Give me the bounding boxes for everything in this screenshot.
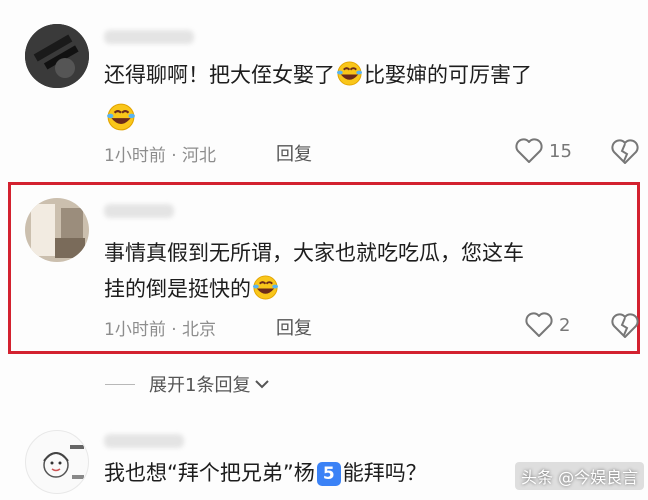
broken-heart-icon[interactable] <box>611 313 639 339</box>
comment-text: 挂的倒是挺快的 <box>104 272 280 306</box>
like-count: 2 <box>559 314 571 336</box>
like-button[interactable]: 15 <box>515 138 572 164</box>
avatar[interactable] <box>25 198 89 262</box>
laughing-crying-emoji-icon <box>107 103 135 131</box>
heart-outline-icon <box>525 312 553 337</box>
like-button[interactable]: 2 <box>525 312 570 338</box>
expand-replies-button[interactable]: 展开1条回复 <box>105 371 270 397</box>
comment-1: 还得聊啊！把大侄女娶了 比娶婶的可厉害了 1小时前 · 河北 回复 15 <box>0 0 648 180</box>
number-5-badge: 5 <box>316 462 341 486</box>
username-blurred[interactable] <box>104 30 194 44</box>
meta-separator: · <box>171 146 177 166</box>
watermark: 头条 @今娱良言 <box>515 462 645 490</box>
comment-text-line1: 事情真假到无所谓，大家也就吃吃瓜，您这车 <box>104 241 524 265</box>
chevron-down-icon <box>255 380 270 389</box>
comment-2: 事情真假到无所谓，大家也就吃吃瓜，您这车 挂的倒是挺快的 1小时前 · 北京 回… <box>0 180 648 360</box>
expand-replies-label: 展开1条回复 <box>149 375 251 396</box>
avatar[interactable] <box>25 430 89 494</box>
comment-location: 北京 <box>182 320 217 340</box>
avatar-image <box>43 445 84 479</box>
comment-time: 1小时前 <box>104 146 166 166</box>
comment-time: 1小时前 <box>104 320 166 340</box>
reply-button[interactable]: 回复 <box>276 314 312 340</box>
comment-text-line1: 还得聊啊！把大侄女娶了 <box>104 63 335 87</box>
comment-meta: 1小时前 · 北京 <box>104 315 216 340</box>
laughing-crying-emoji-icon <box>252 275 279 300</box>
like-count: 15 <box>549 140 572 162</box>
comment-text-suffix: 能拜吗？ <box>342 461 427 485</box>
avatar[interactable] <box>25 24 89 88</box>
heart-outline-icon <box>515 138 543 163</box>
comment-text-prefix: 我也想“拜个把兄弟”杨 <box>104 461 315 485</box>
broken-heart-icon[interactable] <box>611 139 639 165</box>
laughing-crying-emoji-icon <box>336 61 363 86</box>
username-blurred[interactable] <box>104 434 184 448</box>
comment-location: 河北 <box>182 146 217 166</box>
comment-text: 我也想“拜个把兄弟”杨 5 能拜吗？ <box>104 456 427 490</box>
divider <box>105 383 135 385</box>
reply-button[interactable]: 回复 <box>276 140 312 166</box>
username-blurred[interactable] <box>104 204 174 218</box>
comment-text: 还得聊啊！把大侄女娶了 比娶婶的可厉害了 <box>104 58 532 92</box>
comment-meta: 1小时前 · 河北 <box>104 141 216 166</box>
comment-text-line2: 挂的倒是挺快的 <box>104 277 251 301</box>
meta-separator: · <box>171 320 177 340</box>
avatar-image <box>25 24 89 88</box>
avatar-image <box>25 198 89 262</box>
comment-text-line1-tail: 比娶婶的可厉害了 <box>364 63 532 87</box>
